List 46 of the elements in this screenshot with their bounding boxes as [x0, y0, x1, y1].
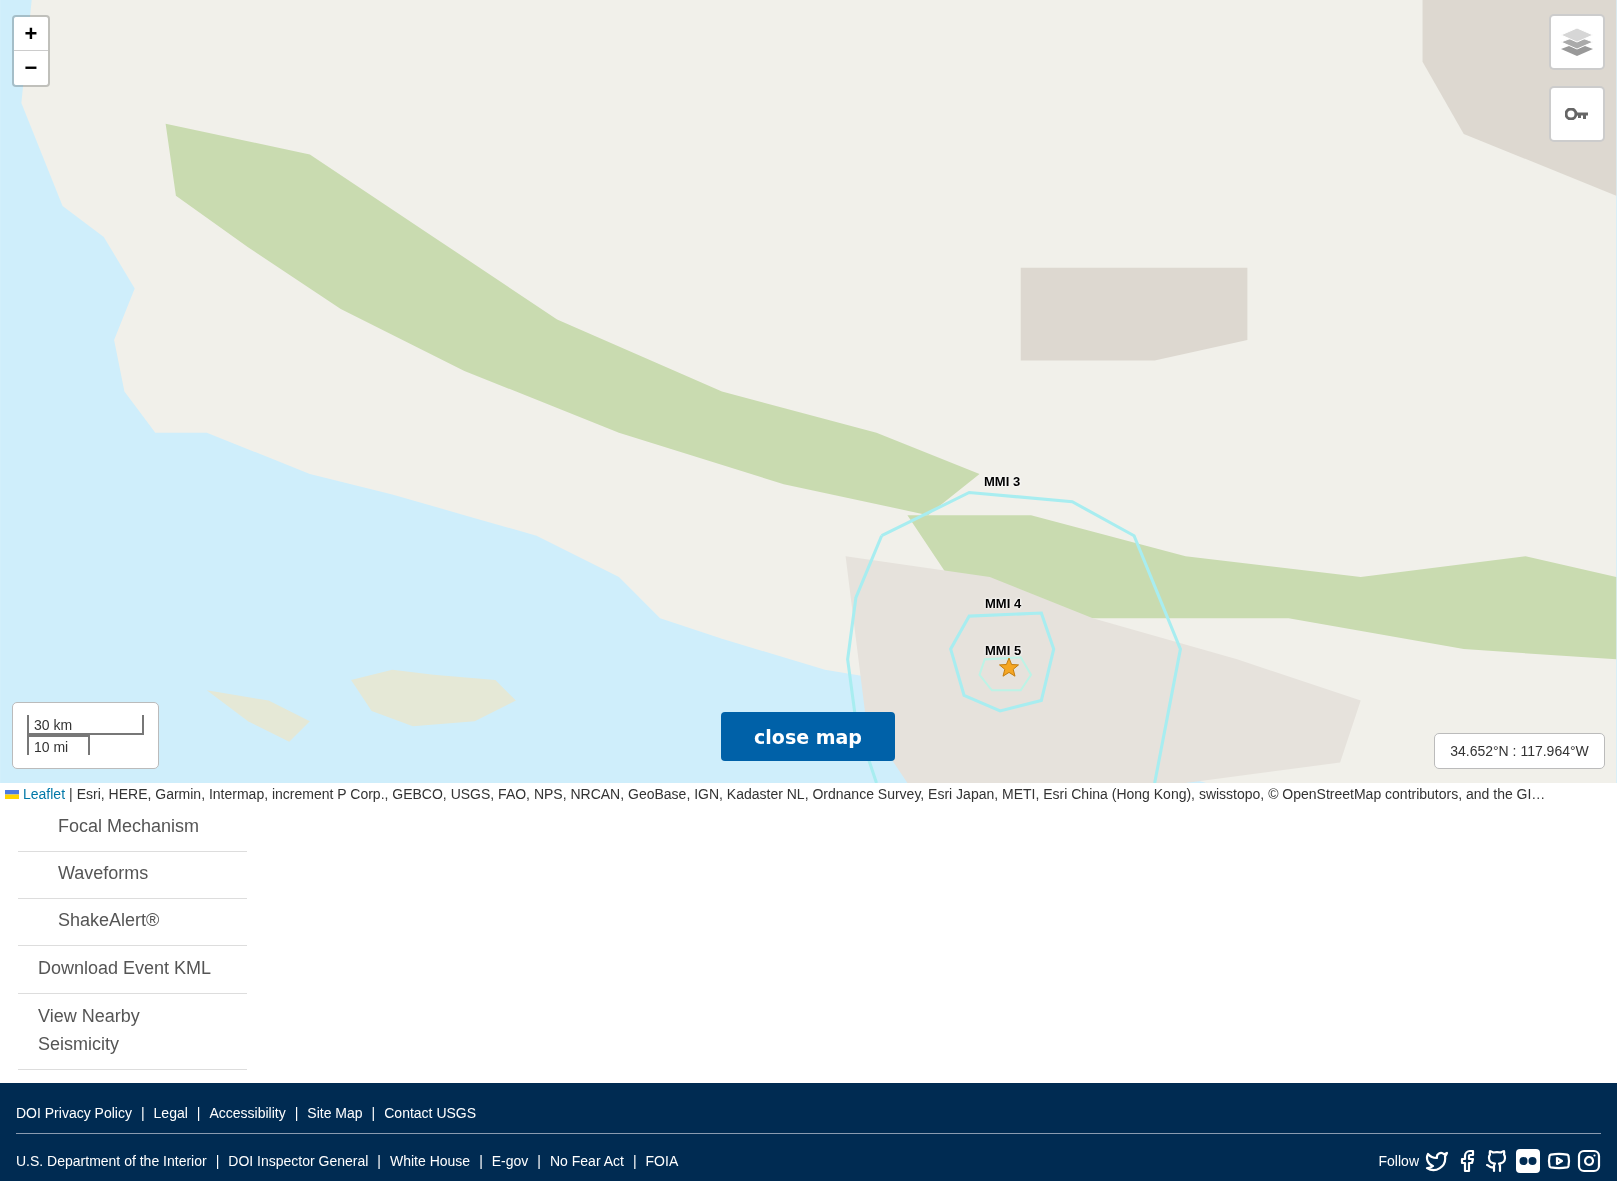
- intensity-label: MMI 4: [985, 596, 1022, 611]
- zoom-in-button[interactable]: +: [14, 17, 48, 51]
- intensity-label: MMI 5: [985, 643, 1022, 658]
- link-separator: |: [371, 1105, 376, 1121]
- footer-link[interactable]: DOI Privacy Policy: [16, 1105, 132, 1121]
- sidebar-link[interactable]: Waveforms: [18, 852, 247, 899]
- flag-icon: [5, 789, 19, 799]
- footer-link[interactable]: Contact USGS: [384, 1105, 477, 1121]
- coordinates-display: 34.652°N : 117.964°W: [1434, 733, 1605, 769]
- link-separator: |: [294, 1105, 299, 1121]
- footer-link[interactable]: Site Map: [307, 1105, 363, 1121]
- key-button[interactable]: [1549, 86, 1605, 142]
- footer-link[interactable]: DOI Inspector General: [228, 1153, 369, 1169]
- flickr-icon[interactable]: [1515, 1148, 1541, 1174]
- instagram-icon[interactable]: [1577, 1149, 1601, 1173]
- attribution-separator: |: [69, 786, 73, 802]
- twitter-icon[interactable]: [1425, 1149, 1449, 1173]
- follow-label: Follow: [1378, 1153, 1419, 1169]
- layers-icon: [1560, 27, 1594, 57]
- footer-link[interactable]: FOIA: [645, 1153, 679, 1169]
- star-icon: [999, 658, 1019, 677]
- attribution-text: Esri, HERE, Garmin, Intermap, increment P Corp., GEBCO, USGS, FAO, NPS, NRCAN, GeoBase, IGN, Kadaster NL, Ordnance Survey, Esri Japan, METI, Esri China (Hong Kong), swisstopo, © OpenStreetMap contributors, and the GI…: [76, 786, 1546, 802]
- sidebar-link[interactable]: Focal Mechanism: [18, 805, 247, 852]
- footer-link[interactable]: Accessibility: [209, 1105, 286, 1121]
- link-separator: |: [215, 1153, 220, 1169]
- sidebar-link[interactable]: View Nearby Seismicity: [18, 994, 247, 1070]
- link-separator: |: [196, 1105, 201, 1121]
- footer-link[interactable]: White House: [390, 1153, 471, 1169]
- intensity-label: MMI 3: [984, 474, 1021, 489]
- github-icon[interactable]: [1485, 1149, 1509, 1173]
- footer-link[interactable]: E-gov: [491, 1153, 529, 1169]
- link-separator: |: [377, 1153, 381, 1169]
- link-separator: |: [140, 1105, 145, 1121]
- close-map-button[interactable]: close map: [721, 712, 895, 761]
- link-separator: |: [632, 1153, 637, 1169]
- scale-bar: 30 km 10 mi: [12, 702, 159, 769]
- key-icon: [1565, 108, 1589, 120]
- footer-link[interactable]: Legal: [153, 1105, 188, 1121]
- link-separator: |: [479, 1153, 483, 1169]
- footer-link[interactable]: No Fear Act: [550, 1153, 624, 1169]
- leaflet-link[interactable]: Leaflet: [23, 786, 66, 802]
- sidebar-link[interactable]: ShakeAlert®: [18, 899, 247, 946]
- footer-link[interactable]: U.S. Department of the Interior: [16, 1153, 207, 1169]
- link-separator: |: [537, 1153, 541, 1169]
- sidebar-link[interactable]: Download Event KML: [18, 946, 247, 994]
- layers-button[interactable]: [1549, 14, 1605, 70]
